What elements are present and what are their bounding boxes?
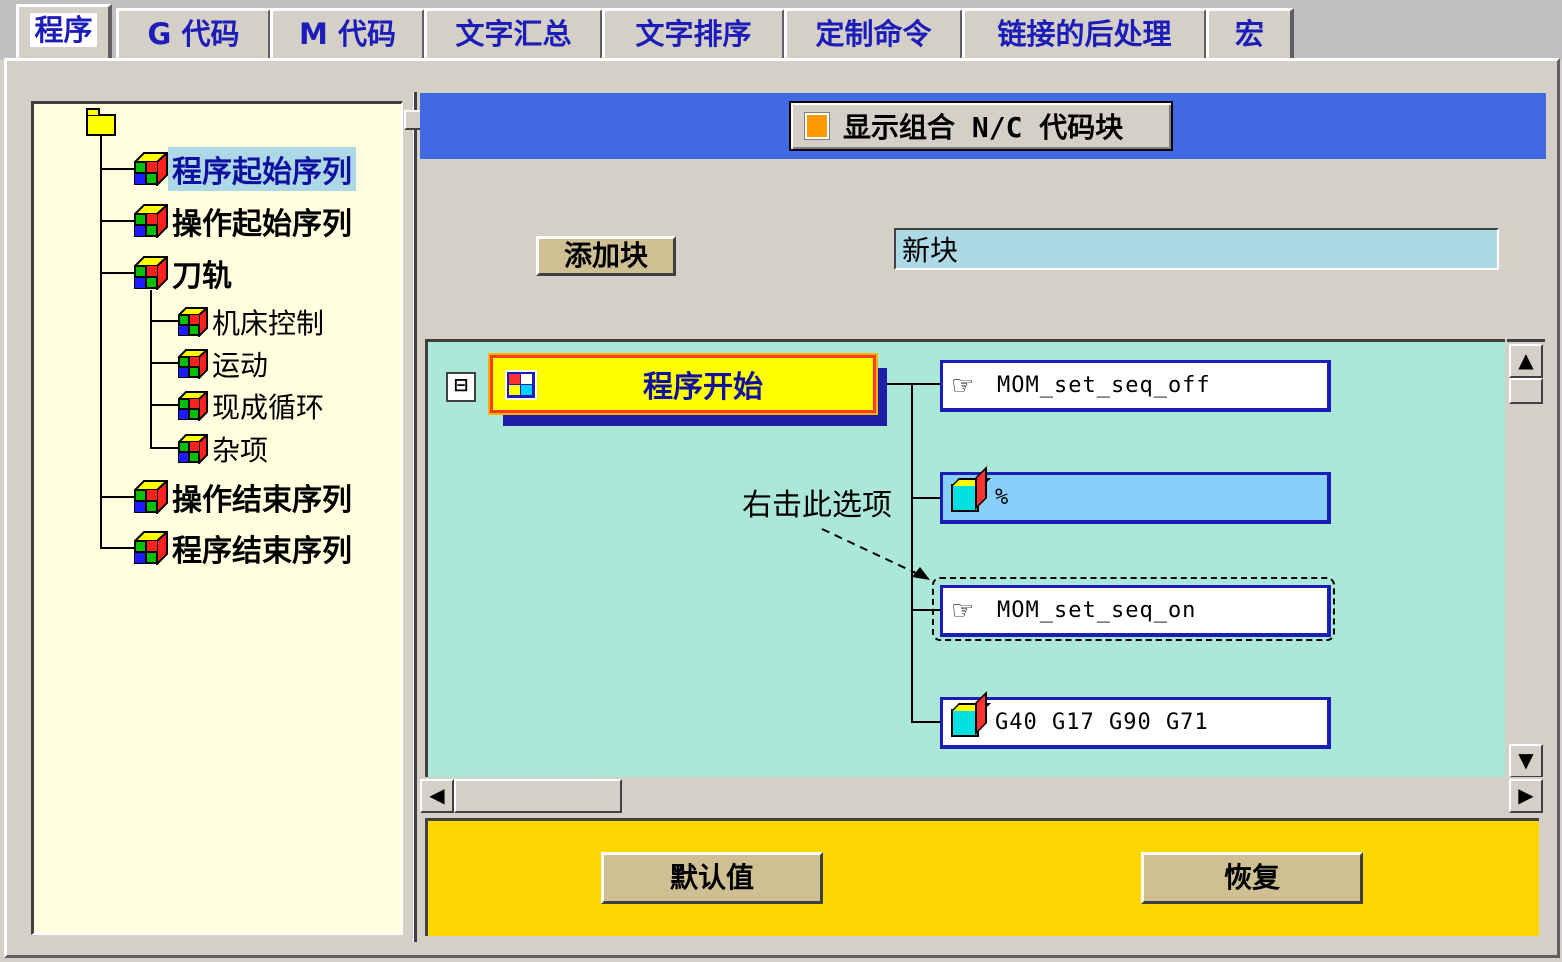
scroll-corner: ▶ (1507, 777, 1545, 815)
show-combined-nc-toggle[interactable]: 显示组合 N/C 代码块 (789, 101, 1173, 151)
connector-line (911, 721, 941, 723)
tab-label: 文字汇总 (455, 17, 572, 51)
toggle-label: 显示组合 N/C 代码块 (843, 111, 1124, 144)
connector-line (911, 497, 941, 499)
tab-label: 程序 (30, 13, 97, 47)
tab-word-summary[interactable]: 文字汇总 (424, 8, 604, 58)
tab-program[interactable]: 程序 (16, 4, 112, 60)
tree-item-label: 操作起始序列 (172, 207, 352, 242)
vertical-scrollbar[interactable]: ▲ ▼ (1507, 339, 1545, 779)
block-mom-set-seq-off[interactable]: ☞ MOM_set_seq_off (940, 360, 1331, 412)
block-percent[interactable]: % (940, 472, 1331, 524)
cube-icon (176, 305, 210, 339)
pane-splitter[interactable] (413, 92, 417, 942)
cube-icon (132, 150, 170, 188)
tree-item-label: 机床控制 (212, 307, 325, 340)
annotation-text: 右击此选项 (742, 488, 892, 523)
tree-item-motion[interactable]: 运动 (176, 344, 272, 384)
tree-item-label: 杂项 (212, 434, 269, 467)
program-start-block[interactable]: 程序开始 (488, 353, 878, 415)
tree-item-canned-cycle[interactable]: 现成循环 (176, 386, 328, 426)
connector-line (887, 383, 913, 385)
tab-label: 文字排序 (635, 17, 752, 51)
tab-word-sequence[interactable]: 文字排序 (602, 8, 786, 58)
scroll-up-icon[interactable]: ▲ (1509, 344, 1543, 378)
annotation-highlight-box (932, 577, 1335, 641)
block-name-field[interactable] (894, 228, 1499, 270)
tab-linked-posts[interactable]: 链接的后处理 (962, 8, 1208, 58)
cube-icon (176, 389, 210, 423)
tab-bar: 程序 G 代码 M 代码 文字汇总 文字排序 定制命令 链接的后处理 宏 (0, 0, 1562, 60)
tree-item-label: 程序起始序列 (168, 147, 356, 191)
sequence-tree[interactable]: 程序起始序列 操作起始序列 刀轨 机床控制 运动 现成循环 杂项 操作结束序列 … (31, 101, 403, 935)
tab-g-code[interactable]: G 代码 (116, 8, 272, 58)
tree-item-operation-end[interactable]: 操作结束序列 (132, 477, 356, 518)
program-start-label: 程序开始 (643, 370, 763, 405)
tree-item-misc[interactable]: 杂项 (176, 429, 272, 469)
footer-panel (425, 818, 1539, 936)
tree-item-operation-start[interactable]: 操作起始序列 (132, 201, 356, 242)
cube-icon (176, 432, 210, 466)
block-label: % (995, 485, 1010, 510)
cube-icon (132, 478, 170, 516)
tree-item-label: 现成循环 (212, 391, 325, 424)
tree-item-program-start[interactable]: 程序起始序列 (132, 147, 356, 191)
restore-button[interactable]: 恢复 (1141, 852, 1363, 904)
cube-icon (132, 202, 170, 240)
tree-item-machine-control[interactable]: 机床控制 (176, 302, 328, 342)
add-block-button[interactable]: 添加块 (536, 236, 676, 276)
horizontal-scroll-thumb[interactable] (454, 779, 622, 813)
tree-item-program-end[interactable]: 程序结束序列 (132, 528, 356, 569)
cube-icon (132, 254, 170, 292)
scroll-left-icon[interactable]: ◀ (420, 779, 454, 813)
tree-item-tool-path[interactable]: 刀轨 (132, 253, 236, 294)
vertical-scroll-thumb[interactable] (1509, 378, 1543, 404)
cube-icon (176, 347, 210, 381)
puzzle-icon (505, 370, 537, 400)
tab-label: 定制命令 (815, 17, 932, 51)
default-button[interactable]: 默认值 (601, 852, 823, 904)
header-band: 显示组合 N/C 代码块 (420, 93, 1546, 159)
scroll-right-icon[interactable]: ▶ (1509, 779, 1543, 813)
tree-item-label: 运动 (212, 349, 269, 382)
block-label: MOM_set_seq_off (997, 373, 1211, 398)
pointing-hand-icon: ☞ (951, 370, 975, 401)
tab-label: 宏 (1234, 17, 1264, 51)
cube-icon (951, 708, 979, 737)
scroll-down-icon[interactable]: ▼ (1509, 744, 1543, 778)
cube-icon (951, 483, 979, 512)
block-label: G40 G17 G90 G71 (995, 710, 1209, 735)
annotation-arrow (821, 528, 930, 580)
cube-icon (132, 529, 170, 567)
toggle-indicator[interactable] (804, 112, 830, 140)
tree-item-label: 程序结束序列 (172, 534, 352, 569)
connector-line (911, 383, 941, 385)
tree-item-label: 刀轨 (172, 259, 232, 294)
tab-label: G 代码 (147, 17, 240, 51)
tab-macro[interactable]: 宏 (1206, 8, 1294, 58)
tab-label: M 代码 (299, 17, 396, 51)
horizontal-scrollbar[interactable]: ◀ (420, 777, 1507, 815)
tab-label: 链接的后处理 (997, 17, 1172, 51)
collapse-icon[interactable]: ⊟ (446, 372, 476, 402)
block-g40-g17-g90-g71[interactable]: G40 G17 G90 G71 (940, 697, 1331, 749)
tab-custom-command[interactable]: 定制命令 (784, 8, 964, 58)
tree-item-label: 操作结束序列 (172, 483, 352, 518)
tab-m-code[interactable]: M 代码 (270, 8, 426, 58)
folder-icon[interactable] (86, 108, 116, 136)
